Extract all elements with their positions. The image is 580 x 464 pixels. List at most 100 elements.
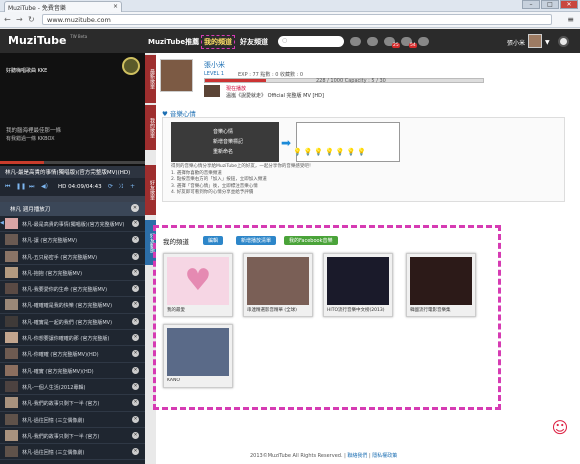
- profile-name[interactable]: 張小米: [204, 60, 225, 70]
- thumbnail: [5, 315, 18, 327]
- thumbnail: [5, 348, 18, 360]
- list-item[interactable]: 林凡-我要愛你的生命 (官方完整版MV) ✕: [0, 281, 145, 298]
- close-tab-icon[interactable]: ×: [113, 3, 118, 10]
- back-icon[interactable]: ←: [4, 15, 11, 24]
- remove-icon[interactable]: ✕: [132, 252, 139, 260]
- menu-icon[interactable]: ≡: [567, 15, 574, 24]
- cloud-icon[interactable]: [350, 37, 361, 46]
- contact-link[interactable]: 聯絡我們: [347, 453, 367, 459]
- remove-icon[interactable]: ✕: [132, 415, 139, 423]
- remove-icon[interactable]: ✕: [132, 268, 139, 276]
- prev-icon[interactable]: ⏮: [5, 183, 10, 191]
- remove-icon[interactable]: ✕: [132, 350, 139, 358]
- list-item-title: 林凡-確實是一起的我們 (官方完整版MV): [22, 319, 113, 326]
- channel-card[interactable]: KANO: [163, 324, 233, 388]
- side-tab-new-playlists[interactable]: 最新歌單: [145, 55, 156, 103]
- card-image: [410, 257, 472, 305]
- shuffle-icon[interactable]: ⤨: [118, 183, 123, 191]
- playlist-header[interactable]: 林凡 週月播放刀 ✕: [0, 202, 145, 216]
- list-item[interactable]: ◀ 林凡-最是高貴的事情(獨唱版)(官方完整版MV) ✕: [0, 216, 145, 233]
- user-name[interactable]: 張小米: [507, 38, 525, 47]
- search-icon: ○: [282, 37, 288, 44]
- close-window-button[interactable]: ✕: [560, 0, 578, 9]
- list-item-title: 林凡-最是高貴的事情(獨唱版)(官方完整版MV): [22, 222, 125, 228]
- add-playlist-button[interactable]: 新增播放清單: [236, 236, 277, 245]
- remove-icon[interactable]: ✕: [132, 399, 139, 407]
- channel-card[interactable]: HITO流行音樂中文榜(2013): [323, 253, 393, 317]
- video-progress[interactable]: [0, 161, 145, 164]
- maximize-button[interactable]: □: [541, 0, 559, 9]
- remove-icon[interactable]: ✕: [132, 366, 139, 374]
- profile-photo[interactable]: [160, 59, 193, 92]
- channel-card[interactable]: ♥ 我的最愛: [163, 253, 233, 317]
- nav-friend-channel[interactable]: 好友頻道: [240, 37, 268, 47]
- site-logo[interactable]: MuziTube TW Beta: [8, 34, 87, 47]
- list-item[interactable]: 林凡-過往回憶 (三立偶像劇) ✕: [0, 412, 145, 428]
- list-item[interactable]: 林凡-確確確是我的快樂 (官方完整版MV) ✕: [0, 297, 145, 314]
- profile-stats: EXP : 77 點數 : 0 收藏數 : 0: [238, 72, 304, 78]
- my-channel-section: 我的頻道 編輯 新增播放清單 我的Facebook音樂 ♥ 我的最愛 串連精選影…: [153, 225, 501, 410]
- pause-icon[interactable]: ❚❚: [16, 183, 26, 190]
- list-item[interactable]: 林凡-我們的故事只剩下一半 (官方) ✕: [0, 428, 145, 445]
- edit-button[interactable]: 編輯: [203, 236, 224, 245]
- repeat-icon[interactable]: ⟳: [108, 183, 113, 190]
- list-item[interactable]: 林凡-一個人生活(2012專輯) ✕: [0, 379, 145, 396]
- nav-my-channel[interactable]: 我的頻道: [201, 35, 235, 49]
- video-player[interactable]: 好聽嗨唱歌曲 KKE 我的腦海裡最佳那一條 有我錯過一條 KKBOX: [0, 53, 145, 166]
- minimize-button[interactable]: –: [522, 0, 540, 9]
- close-playlist-icon[interactable]: ✕: [131, 204, 139, 212]
- remove-icon[interactable]: ✕: [132, 317, 139, 325]
- facebook-music-button[interactable]: 我的Facebook音樂: [284, 236, 338, 245]
- url-field[interactable]: www.muzitube.com: [42, 14, 552, 25]
- add-icon[interactable]: +: [130, 183, 135, 190]
- remove-icon[interactable]: ✕: [132, 334, 139, 342]
- next-icon[interactable]: ⏭: [29, 183, 34, 191]
- copyright-text: 2013©MuziTube All Rights Reserved. |: [250, 453, 346, 459]
- list-item[interactable]: 林凡-確實是一起的我們 (官方完整版MV) ✕: [0, 314, 145, 331]
- now-playing-title: 林凡-最是高貴的事情(獨唱版)(官方完整版MV)(HD): [0, 166, 145, 178]
- volume-icon[interactable]: ◀): [41, 183, 48, 190]
- list-item[interactable]: 林凡-確實 (官方完整版MV)(HD) ✕: [0, 363, 145, 379]
- cloud-icon-2[interactable]: [418, 37, 429, 46]
- side-tab-my-playlists[interactable]: 我的歌單: [145, 105, 156, 150]
- channel-card[interactable]: 韓國流行電影音樂集: [406, 253, 476, 317]
- list-item-title: 林凡-我們的故事只剩下一半 (官方): [22, 401, 100, 408]
- remove-icon[interactable]: ✕: [132, 301, 139, 309]
- forward-icon[interactable]: →: [16, 15, 23, 24]
- remove-icon[interactable]: ✕: [132, 448, 139, 456]
- list-item[interactable]: 林凡-抱抱 (官方完整版MV) ✕: [0, 265, 145, 282]
- card-caption: 韓國流行電影音樂集: [410, 308, 451, 313]
- remove-icon[interactable]: ✕: [132, 236, 139, 244]
- list-item[interactable]: 林凡-過往回憶 (三立偶像劇) ✕: [0, 444, 145, 461]
- list-item-title: 林凡-過往回憶 (三立偶像劇): [22, 417, 85, 424]
- globe-icon[interactable]: [558, 36, 569, 47]
- chevron-down-icon[interactable]: ▼: [545, 39, 550, 46]
- nav-recommend[interactable]: MuziTube推薦: [148, 37, 199, 47]
- now-playing-thumb[interactable]: [204, 85, 220, 97]
- remove-icon[interactable]: ✕: [132, 220, 139, 227]
- kkbox-logo: [122, 57, 140, 75]
- remove-icon[interactable]: ✕: [132, 382, 139, 390]
- card-caption: KANO: [167, 378, 180, 383]
- side-tab-friend-playlists[interactable]: 好友歌單: [145, 165, 156, 215]
- list-item[interactable]: 林凡-你確確 (官方完整版MV)(HD) ✕: [0, 346, 145, 363]
- level-label: LEVEL 1: [204, 71, 225, 77]
- list-item[interactable]: 林凡-你想要讓你確確的那 (官方完整版) ✕: [0, 330, 145, 347]
- list-item[interactable]: 林凡-我們的故事只剩下一半 (官方) ✕: [0, 395, 145, 412]
- reload-icon[interactable]: ↻: [28, 15, 35, 24]
- avatar[interactable]: [528, 34, 542, 48]
- remove-icon[interactable]: ✕: [132, 285, 139, 293]
- remove-icon[interactable]: ✕: [132, 431, 139, 439]
- channel-card[interactable]: 串連精選影音精華 (全球): [243, 253, 313, 317]
- playing-indicator-icon: ◀: [0, 220, 4, 226]
- tool-icon[interactable]: [367, 37, 378, 46]
- now-playing-song[interactable]: 溫嵐《說愛就走》 Official 完整版 MV [HD]: [226, 92, 324, 99]
- browser-tab[interactable]: MuziTube - 免費音樂 ×: [4, 1, 122, 12]
- search-input[interactable]: ○: [278, 36, 344, 47]
- privacy-link[interactable]: 隱私權政策: [372, 453, 397, 459]
- thumbnail: [5, 266, 18, 278]
- browser-tabbar: MuziTube - 免費音樂 × – □ ✕: [0, 0, 580, 12]
- list-item[interactable]: 林凡-讓 (官方完整版MV) ✕: [0, 232, 145, 249]
- mood-panel: 音樂心情 新增音樂標記 重新命名 ➡ 💡💡💡💡💡💡💡 得到的音樂心情分享給Muz…: [162, 117, 565, 202]
- list-item[interactable]: 林凡-五只秘密手 (官方完整版MV) ✕: [0, 249, 145, 265]
